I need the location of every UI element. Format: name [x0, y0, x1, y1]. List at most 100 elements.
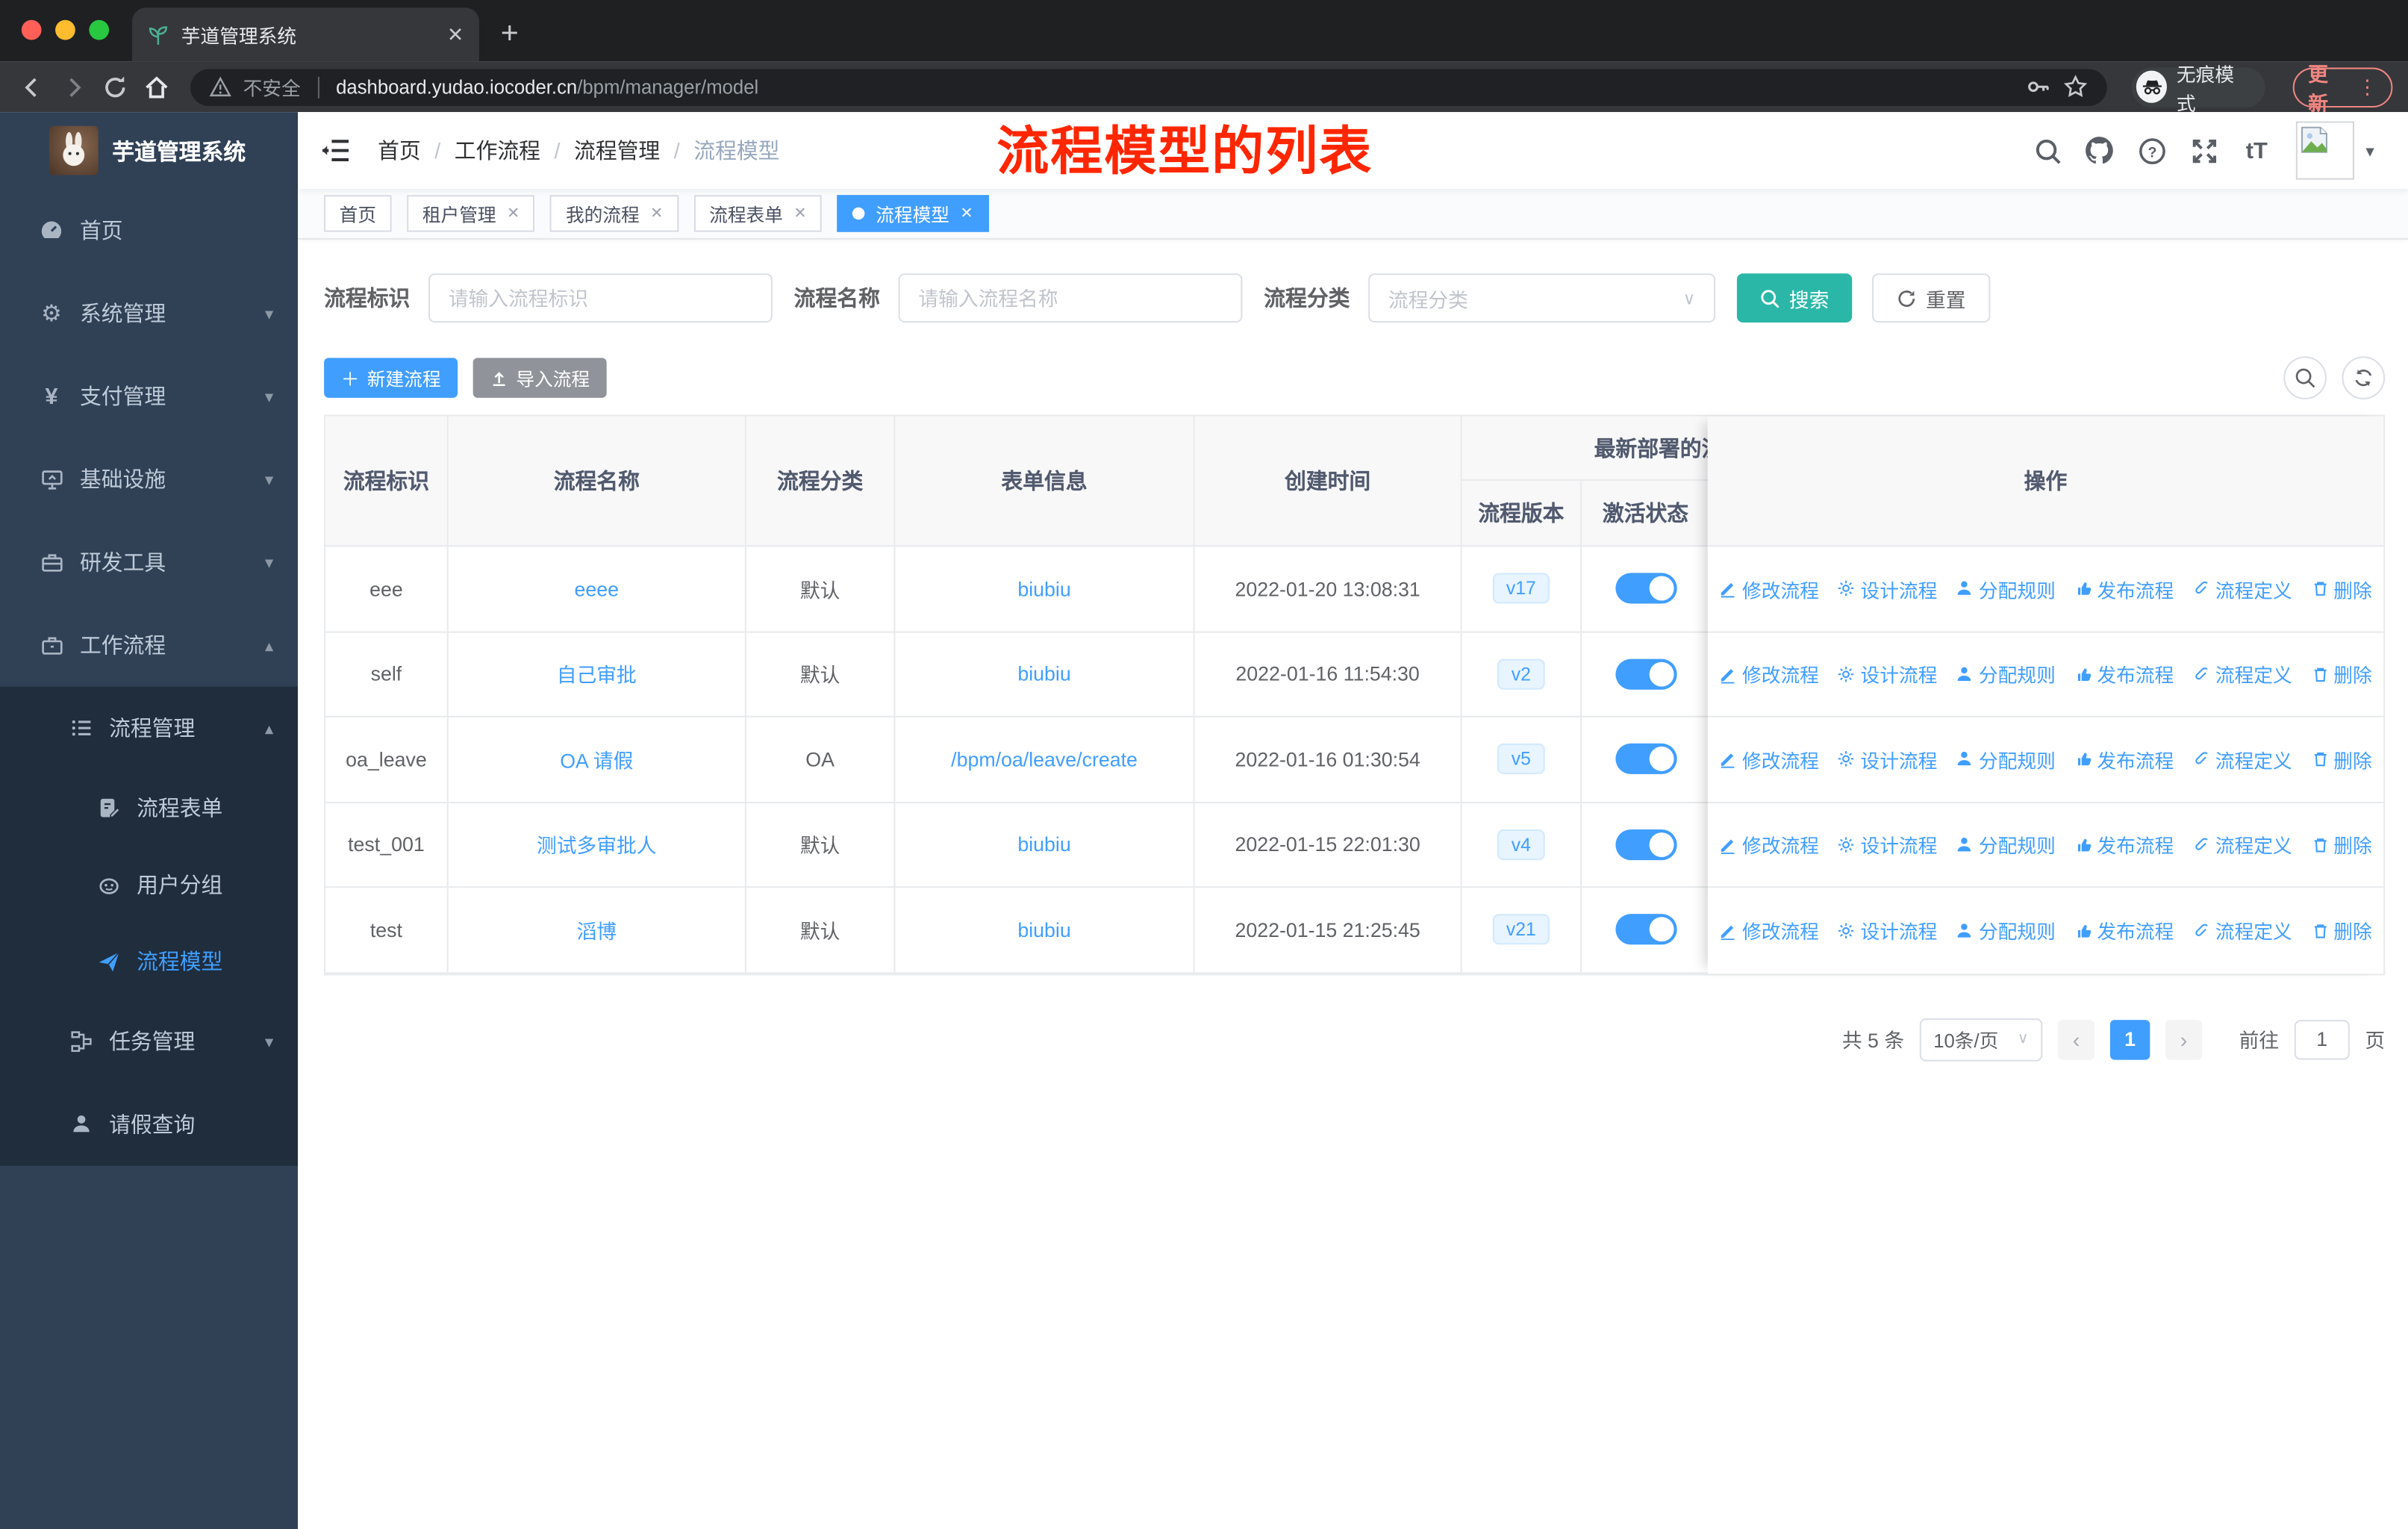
new-tab-button[interactable]: + [501, 7, 519, 61]
reload-icon[interactable] [99, 73, 131, 101]
form-link[interactable]: biubiu [1017, 918, 1070, 941]
github-icon[interactable] [2085, 135, 2115, 166]
version-badge[interactable]: v2 [1497, 658, 1545, 690]
process-definition-link[interactable]: 流程定义 [2192, 574, 2292, 603]
sidebar-item-workflow[interactable]: 工作流程 ▴ [0, 604, 298, 687]
avatar-caret-icon[interactable]: ▾ [2365, 140, 2374, 161]
close-icon[interactable]: ✕ [650, 205, 663, 222]
form-link[interactable]: /bpm/oa/leave/create [951, 747, 1138, 770]
tag-process-form[interactable]: 流程表单 ✕ [693, 195, 823, 232]
tag-my-process[interactable]: 我的流程 ✕ [550, 195, 679, 232]
active-toggle[interactable] [1615, 658, 1676, 690]
close-icon[interactable]: ✕ [793, 205, 806, 222]
process-definition-link[interactable]: 流程定义 [2192, 916, 2292, 945]
key-icon[interactable] [2026, 74, 2052, 100]
close-window-button[interactable] [21, 19, 42, 40]
sidebar-item-user-group[interactable]: 用户分组 [0, 847, 298, 924]
sidebar-item-leave-query[interactable]: 请假查询 [0, 1083, 298, 1165]
publish-process-link[interactable]: 发布流程 [2074, 574, 2174, 603]
publish-process-link[interactable]: 发布流程 [2074, 659, 2174, 688]
design-process-link[interactable]: 设计流程 [1838, 659, 1937, 688]
import-process-button[interactable]: 导入流程 [472, 358, 607, 398]
version-badge[interactable]: v21 [1492, 914, 1550, 945]
design-process-link[interactable]: 设计流程 [1838, 916, 1937, 945]
browser-tab[interactable]: 芋道管理系统 ✕ [131, 7, 479, 62]
publish-process-link[interactable]: 发布流程 [2074, 744, 2174, 773]
prev-page-button[interactable]: ‹ [2057, 1019, 2095, 1059]
avatar[interactable] [2296, 121, 2355, 180]
font-size-icon[interactable]: tT [2242, 135, 2272, 166]
window-controls[interactable] [21, 19, 110, 40]
browser-menu-icon[interactable]: ⋮ [2357, 75, 2377, 99]
maximize-window-button[interactable] [89, 19, 110, 40]
form-link[interactable]: biubiu [1017, 577, 1070, 600]
search-icon[interactable] [2033, 135, 2063, 166]
process-name-link[interactable]: 自己审批 [557, 659, 637, 688]
create-process-button[interactable]: ＋ 新建流程 [324, 358, 458, 398]
publish-process-link[interactable]: 发布流程 [2074, 830, 2174, 859]
form-link[interactable]: biubiu [1017, 833, 1070, 856]
forward-icon[interactable] [57, 73, 89, 101]
goto-page-input[interactable] [2294, 1019, 2350, 1059]
breadcrumb-process-mgmt[interactable]: 流程管理 [574, 135, 660, 166]
next-page-button[interactable]: › [2165, 1019, 2203, 1059]
form-link[interactable]: biubiu [1017, 662, 1070, 685]
edit-process-link[interactable]: 修改流程 [1719, 830, 1819, 859]
update-button[interactable]: 更新 ⋮ [2292, 62, 2393, 114]
breadcrumb-workflow[interactable]: 工作流程 [455, 135, 540, 166]
hide-search-button[interactable] [2283, 356, 2327, 399]
edit-process-link[interactable]: 修改流程 [1719, 744, 1819, 773]
tag-process-model[interactable]: 流程模型 ✕ [837, 195, 989, 232]
close-icon[interactable]: ✕ [507, 205, 520, 222]
sidebar-item-system[interactable]: ⚙ 系统管理 ▾ [0, 272, 298, 355]
sidebar-item-process-form[interactable]: 流程表单 [0, 770, 298, 847]
sidebar-item-payment[interactable]: ¥ 支付管理 ▾ [0, 355, 298, 437]
design-process-link[interactable]: 设计流程 [1838, 744, 1937, 773]
reset-button[interactable]: 重置 [1872, 273, 1991, 323]
delete-link[interactable]: 删除 [2310, 574, 2372, 603]
design-process-link[interactable]: 设计流程 [1838, 830, 1937, 859]
minimize-window-button[interactable] [55, 19, 75, 40]
breadcrumb-home[interactable]: 首页 [378, 135, 421, 166]
url-text[interactable]: dashboard.yudao.iocoder.cn/bpm/manager/m… [336, 76, 758, 98]
process-id-input[interactable] [428, 273, 773, 323]
assign-rule-link[interactable]: 分配规则 [1956, 830, 2056, 859]
tab-close-icon[interactable]: ✕ [447, 22, 464, 47]
assign-rule-link[interactable]: 分配规则 [1956, 659, 2056, 688]
delete-link[interactable]: 删除 [2310, 744, 2372, 773]
process-name-link[interactable]: eeee [575, 577, 620, 600]
tag-tenant[interactable]: 租户管理 ✕ [407, 195, 535, 232]
version-badge[interactable]: v5 [1497, 744, 1545, 775]
sidebar-item-process-model[interactable]: 流程模型 [0, 923, 298, 1000]
process-name-link[interactable]: 测试多审批人 [537, 830, 657, 859]
tag-home[interactable]: 首页 [324, 195, 392, 232]
sidebar-item-task-mgmt[interactable]: 任务管理 ▾ [0, 1000, 298, 1083]
edit-process-link[interactable]: 修改流程 [1719, 659, 1819, 688]
sidebar-logo[interactable]: 芋道管理系统 [0, 112, 298, 189]
bookmark-star-icon[interactable] [2063, 74, 2089, 100]
home-icon[interactable] [140, 73, 172, 101]
back-icon[interactable] [16, 73, 48, 101]
active-toggle[interactable] [1615, 744, 1676, 775]
delete-link[interactable]: 删除 [2310, 916, 2372, 945]
process-name-input[interactable] [898, 273, 1243, 323]
assign-rule-link[interactable]: 分配规则 [1956, 916, 2056, 945]
edit-process-link[interactable]: 修改流程 [1719, 574, 1819, 603]
design-process-link[interactable]: 设计流程 [1838, 574, 1937, 603]
assign-rule-link[interactable]: 分配规则 [1956, 744, 2056, 773]
assign-rule-link[interactable]: 分配规则 [1956, 574, 2056, 603]
current-page[interactable]: 1 [2109, 1019, 2150, 1059]
fullscreen-icon[interactable] [2189, 135, 2220, 166]
publish-process-link[interactable]: 发布流程 [2074, 916, 2174, 945]
sidebar-item-devtools[interactable]: 研发工具 ▾ [0, 520, 298, 603]
edit-process-link[interactable]: 修改流程 [1719, 916, 1819, 945]
process-name-link[interactable]: 滔博 [577, 915, 617, 944]
refresh-button[interactable] [2342, 356, 2386, 399]
address-bar[interactable]: 不安全 dashboard.yudao.iocoder.cn/bpm/manag… [190, 68, 2108, 105]
active-toggle[interactable] [1615, 573, 1676, 605]
sidebar-item-home[interactable]: 首页 [0, 189, 298, 272]
process-definition-link[interactable]: 流程定义 [2192, 744, 2292, 773]
delete-link[interactable]: 删除 [2310, 830, 2372, 859]
version-badge[interactable]: v17 [1492, 573, 1550, 605]
category-select[interactable]: 流程分类 ∨ [1368, 273, 1716, 323]
